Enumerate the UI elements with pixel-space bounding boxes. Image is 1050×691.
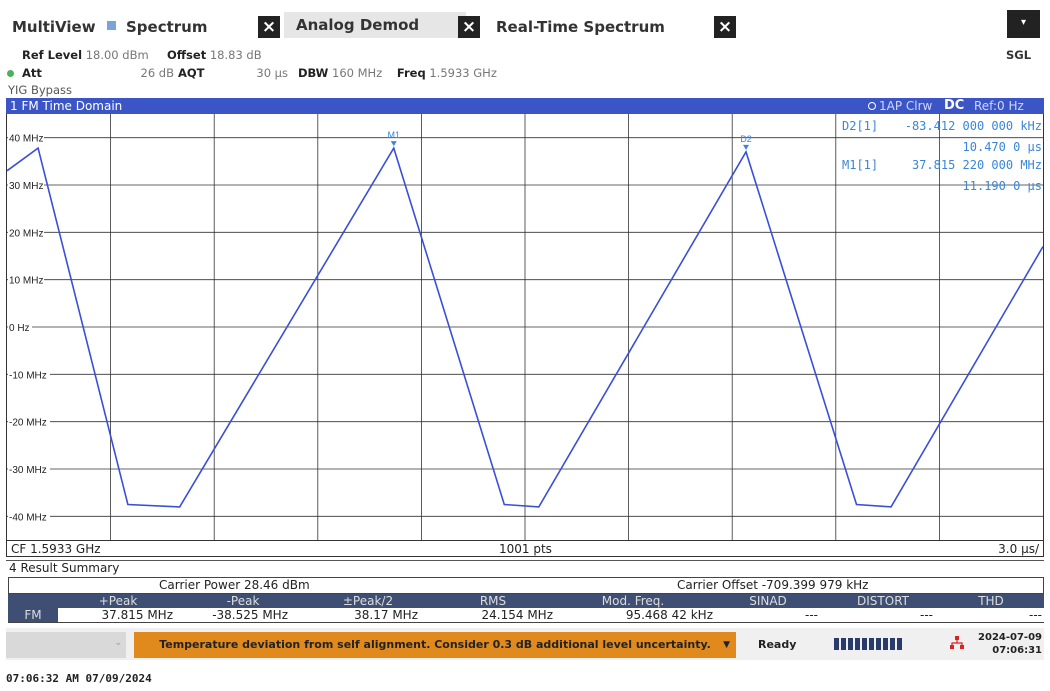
dbw-label: DBW bbox=[298, 66, 329, 80]
offset-value: 18.83 dB bbox=[209, 48, 262, 62]
chevron-down-icon[interactable]: ⌄ bbox=[114, 638, 122, 648]
close-icon[interactable]: × bbox=[258, 16, 280, 38]
value-thd: --- bbox=[1029, 608, 1042, 622]
col-plus-peak: +Peak bbox=[98, 594, 138, 608]
dbw-value: 160 MHz bbox=[332, 66, 383, 80]
y-tick-label: 30 MHz bbox=[9, 181, 43, 192]
d2-marker-tag: D2 bbox=[740, 134, 752, 144]
att-value: 26 dB bbox=[140, 66, 174, 80]
col-mod-freq: Mod. Freq. bbox=[601, 594, 665, 608]
progress-bars-icon bbox=[834, 638, 902, 650]
yig-bypass-label: YIG Bypass bbox=[8, 83, 73, 97]
ref-level-label: Ref Level bbox=[22, 48, 83, 62]
aqt-value: 30 µs bbox=[256, 66, 288, 80]
y-tick-label: -40 MHz bbox=[9, 512, 47, 523]
center-frequency: CF 1.5933 GHz bbox=[11, 542, 101, 556]
diagram-footer: CF 1.5933 GHz 1001 pts 3.0 µs/ bbox=[6, 540, 1044, 557]
screenshot-timestamp: 07:06:32 AM 07/09/2024 bbox=[6, 672, 152, 685]
freq-label: Freq bbox=[396, 66, 426, 80]
value-mod-freq: 95.468 42 kHz bbox=[625, 608, 713, 622]
d2-marker bbox=[743, 144, 750, 150]
ref-level-row: Ref Level 18.00 dBm Offset 18.83 dB bbox=[22, 48, 262, 62]
col-rms: RMS bbox=[479, 594, 507, 608]
trace-info: 1AP Clrw bbox=[879, 99, 933, 113]
result-table-header: +Peak -Peak ±Peak/2 RMS Mod. Freq. SINAD… bbox=[8, 594, 1044, 608]
ref-label: Ref:0 Hz bbox=[974, 99, 1024, 113]
y-tick-label: 10 MHz bbox=[9, 276, 43, 287]
temperature-warning-message[interactable]: Temperature deviation from self alignmen… bbox=[134, 632, 736, 658]
carrier-offset: Carrier Offset -709.399 979 kHz bbox=[677, 578, 869, 592]
close-icon[interactable]: × bbox=[714, 16, 736, 38]
col-sinad: SINAD bbox=[749, 594, 787, 608]
col-minus-peak: -Peak bbox=[226, 594, 260, 608]
offset-label: Offset bbox=[166, 48, 207, 62]
table-row: FM 37.815 MHz -38.525 MHz 38.17 MHz 24.1… bbox=[8, 608, 1044, 623]
value-minus-peak: -38.525 MHz bbox=[212, 608, 288, 622]
diagram-title: 1 FM Time Domain bbox=[10, 99, 123, 113]
time-per-division: 3.0 µs/ bbox=[998, 542, 1039, 556]
close-icon[interactable]: × bbox=[458, 16, 480, 38]
m1-marker-tag: M1 bbox=[388, 130, 401, 140]
carrier-power: Carrier Power 28.46 dBm bbox=[159, 578, 310, 592]
dc-label: DC bbox=[944, 98, 965, 113]
aqt-label: AQT bbox=[178, 66, 205, 80]
time-text: 07:06:31 bbox=[992, 645, 1042, 656]
m1-marker-value: 37.815 220 000 MHz bbox=[911, 158, 1042, 172]
dropdown-arrow-icon[interactable]: ▼ bbox=[723, 632, 730, 658]
col-distort: DISTORT bbox=[857, 594, 909, 608]
ref-level-value: 18.00 dBm bbox=[85, 48, 149, 62]
tab-bar: MultiView Spectrum × Analog Demod × Real… bbox=[6, 8, 1044, 46]
carrier-info-row: Carrier Power 28.46 dBm Carrier Offset -… bbox=[8, 577, 1044, 594]
datetime-display: 2024-07-09 07:06:31 bbox=[974, 631, 1042, 659]
y-tick-label: -30 MHz bbox=[9, 465, 47, 476]
menu-dropdown-button[interactable]: ▾ bbox=[1007, 10, 1040, 38]
points-count: 1001 pts bbox=[499, 542, 552, 556]
network-icon[interactable] bbox=[948, 634, 966, 652]
diagram-title-bar: 1 FM Time Domain 1AP Clrw DC Ref:0 Hz bbox=[6, 98, 1044, 114]
att-label: Att bbox=[22, 66, 42, 80]
value-distort: --- bbox=[920, 608, 933, 622]
dbw-row: DBW 160 MHz Freq 1.5933 GHz bbox=[298, 66, 497, 80]
marker-readout: D2[1] -83.412 000 000 kHz 10.470 0 µs M1… bbox=[840, 116, 1042, 194]
y-tick-label: -10 MHz bbox=[9, 370, 47, 381]
status-left-panel: ⌄ bbox=[6, 632, 126, 658]
y-tick-label: 0 Hz bbox=[9, 323, 30, 334]
value-rms: 24.154 MHz bbox=[481, 608, 553, 622]
value-sinad: --- bbox=[805, 608, 818, 622]
y-tick-label: 40 MHz bbox=[9, 134, 43, 145]
ready-status: Ready bbox=[758, 638, 797, 651]
m1-marker-time: 11.190 0 µs bbox=[962, 179, 1042, 193]
value-plus-peak: 37.815 MHz bbox=[101, 608, 173, 622]
tab-multiview[interactable]: MultiView bbox=[12, 14, 96, 40]
tab-realtime-spectrum[interactable]: Real-Time Spectrum bbox=[496, 14, 665, 40]
row-label-fm: FM bbox=[8, 608, 58, 622]
y-tick-label: -20 MHz bbox=[9, 418, 47, 429]
multiview-indicator bbox=[107, 21, 116, 30]
tab-analog-demod[interactable]: Analog Demod bbox=[284, 12, 466, 38]
trace-indicator-icon bbox=[868, 102, 876, 110]
d2-marker-label: D2[1] bbox=[842, 119, 879, 133]
m1-marker bbox=[390, 141, 397, 147]
status-bar: ⌄ Temperature deviation from self alignm… bbox=[6, 628, 1044, 660]
att-status-dot bbox=[7, 70, 14, 77]
col-thd: THD bbox=[978, 594, 1004, 608]
d2-marker-value: -83.412 000 000 kHz bbox=[904, 119, 1042, 133]
y-tick-label: 20 MHz bbox=[9, 228, 43, 239]
tab-spectrum[interactable]: Spectrum bbox=[126, 14, 207, 40]
sgl-label[interactable]: SGL bbox=[1006, 48, 1031, 62]
freq-value: 1.5933 GHz bbox=[429, 66, 497, 80]
result-summary-title: 4 Result Summary bbox=[6, 560, 1044, 577]
m1-marker-label: M1[1] bbox=[842, 158, 879, 172]
col-pm-peak-half: ±Peak/2 bbox=[342, 594, 394, 608]
date-text: 2024-07-09 bbox=[978, 632, 1042, 643]
value-pm-peak-half: 38.17 MHz bbox=[354, 608, 418, 622]
